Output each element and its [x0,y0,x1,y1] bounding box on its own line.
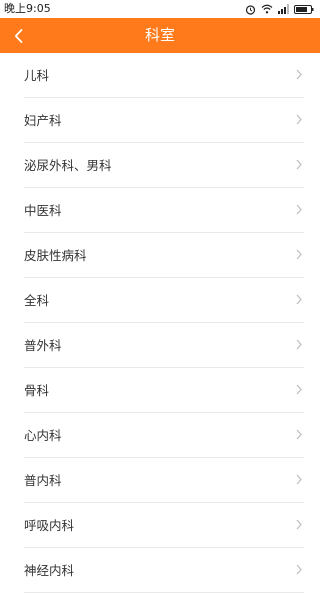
department-label: 全科 [24,293,50,308]
department-label: 神经内科 [24,563,75,578]
chevron-right-icon [296,69,302,80]
chevron-right-icon [296,249,302,260]
department-item[interactable]: 儿科 [24,53,304,98]
department-label: 皮肤性病科 [24,248,87,263]
department-item[interactable]: 普外科 [24,323,304,368]
back-button[interactable] [14,18,44,53]
battery-icon [294,4,314,14]
alarm-icon [245,4,256,15]
department-item[interactable]: 骨科 [24,368,304,413]
status-bar: 晚上9:05 [0,0,320,18]
nav-bar: 科室 [0,18,320,53]
department-item[interactable]: 皮肤性病科 [24,233,304,278]
chevron-right-icon [296,294,302,305]
department-item[interactable]: 神经内科 [24,548,304,593]
department-label: 泌尿外科、男科 [24,158,112,173]
chevron-right-icon [296,114,302,125]
department-label: 心内科 [24,428,62,443]
chevron-right-icon [296,204,302,215]
chevron-right-icon [296,429,302,440]
department-label: 骨科 [24,383,50,398]
chevron-left-icon [14,28,23,43]
department-label: 呼吸内科 [24,518,75,533]
department-label: 普内科 [24,473,62,488]
status-icons [245,0,314,18]
department-item[interactable]: 泌尿外科、男科 [24,143,304,188]
department-item[interactable]: 心内科 [24,413,304,458]
chevron-right-icon [296,564,302,575]
chevron-right-icon [296,159,302,170]
department-item[interactable]: 中医科 [24,188,304,233]
department-label: 妇产科 [24,113,62,128]
status-time: 晚上9:05 [4,2,51,15]
department-label: 普外科 [24,338,62,353]
department-label: 儿科 [24,68,50,83]
chevron-right-icon [296,384,302,395]
chevron-right-icon [296,474,302,485]
department-item[interactable]: 普内科 [24,458,304,503]
department-item[interactable]: 呼吸内科 [24,503,304,548]
chevron-right-icon [296,519,302,530]
chevron-right-icon [296,339,302,350]
department-label: 中医科 [24,203,62,218]
page-title: 科室 [144,26,175,44]
department-item[interactable]: 妇产科 [24,98,304,143]
signal-icon [278,4,289,14]
wifi-icon [261,4,273,14]
department-item[interactable]: 全科 [24,278,304,323]
department-list: 儿科妇产科泌尿外科、男科 中医科皮肤性病科全科普外科骨科心内科普内科呼吸内科神经内… [0,53,320,593]
